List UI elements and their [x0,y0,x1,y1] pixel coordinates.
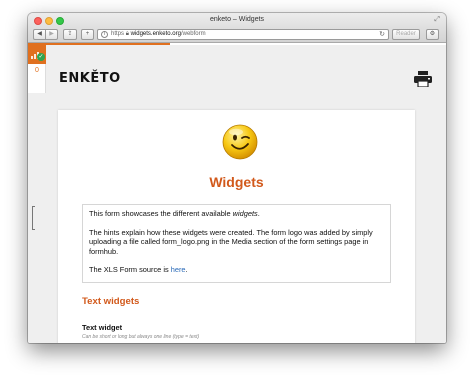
queue-side-panel: ✓ 0 [28,45,46,93]
section-title-text-widgets: Text widgets [82,296,140,307]
fullscreen-icon[interactable]: ⤢ [434,16,440,24]
winking-smiley-icon [222,124,258,160]
share-button[interactable]: ⇪ [63,29,77,40]
url-text: https 🔒︎ widgets.enketo.org/webform [111,30,206,39]
title-bar: enketo – Widgets ⤢ ◀ ▶ ⇪ + i https 🔒︎ wi… [28,13,446,43]
address-bar[interactable]: i https 🔒︎ widgets.enketo.org/webform ↻ [97,29,389,40]
reload-icon[interactable]: ↻ [379,30,385,39]
intro-paragraph-2: The hints explain how these widgets were… [89,227,373,256]
check-icon: ✓ [37,53,45,61]
reader-button[interactable]: Reader [392,29,420,40]
forward-button[interactable]: ▶ [45,29,58,40]
form-intro-box: This form showcases the different availa… [82,204,391,283]
queue-count: 0 [35,67,39,74]
url-host: widgets.enketo.org [130,31,181,37]
info-icon[interactable]: i [101,31,108,38]
side-handle[interactable] [32,206,35,230]
lock-icon: 🔒︎ [125,31,129,37]
queue-tab[interactable]: ✓ [28,45,46,64]
url-scheme: https [111,31,125,37]
form-card: Widgets This form showcases the differen… [58,110,415,343]
browser-window: enketo – Widgets ⤢ ◀ ▶ ⇪ + i https 🔒︎ wi… [28,13,446,343]
window-title: enketo – Widgets [209,16,265,23]
settings-gear-icon[interactable]: ⚙ [426,29,439,40]
question-label: Text widget [82,323,123,332]
intro-paragraph-3: The XLS Form source is here. [89,265,188,275]
xls-source-link[interactable]: here [171,265,186,274]
enketo-logo: ENKĚTO [59,71,121,86]
form-header: ENKĚTO [46,45,446,109]
print-icon[interactable] [414,71,432,87]
question-hint: Can be short or long but always one line… [82,334,200,340]
url-path: /webform [180,31,206,37]
page-content: ✓ 0 ENKĚTO Widgets This form showcases t… [28,45,446,343]
intro-paragraph-1: This form showcases the different availa… [89,209,260,218]
browser-toolbar: ◀ ▶ ⇪ + i https 🔒︎ widgets.enketo.org/we… [28,28,446,42]
add-bookmark-button[interactable]: + [81,29,94,40]
form-title: Widgets [209,174,264,190]
